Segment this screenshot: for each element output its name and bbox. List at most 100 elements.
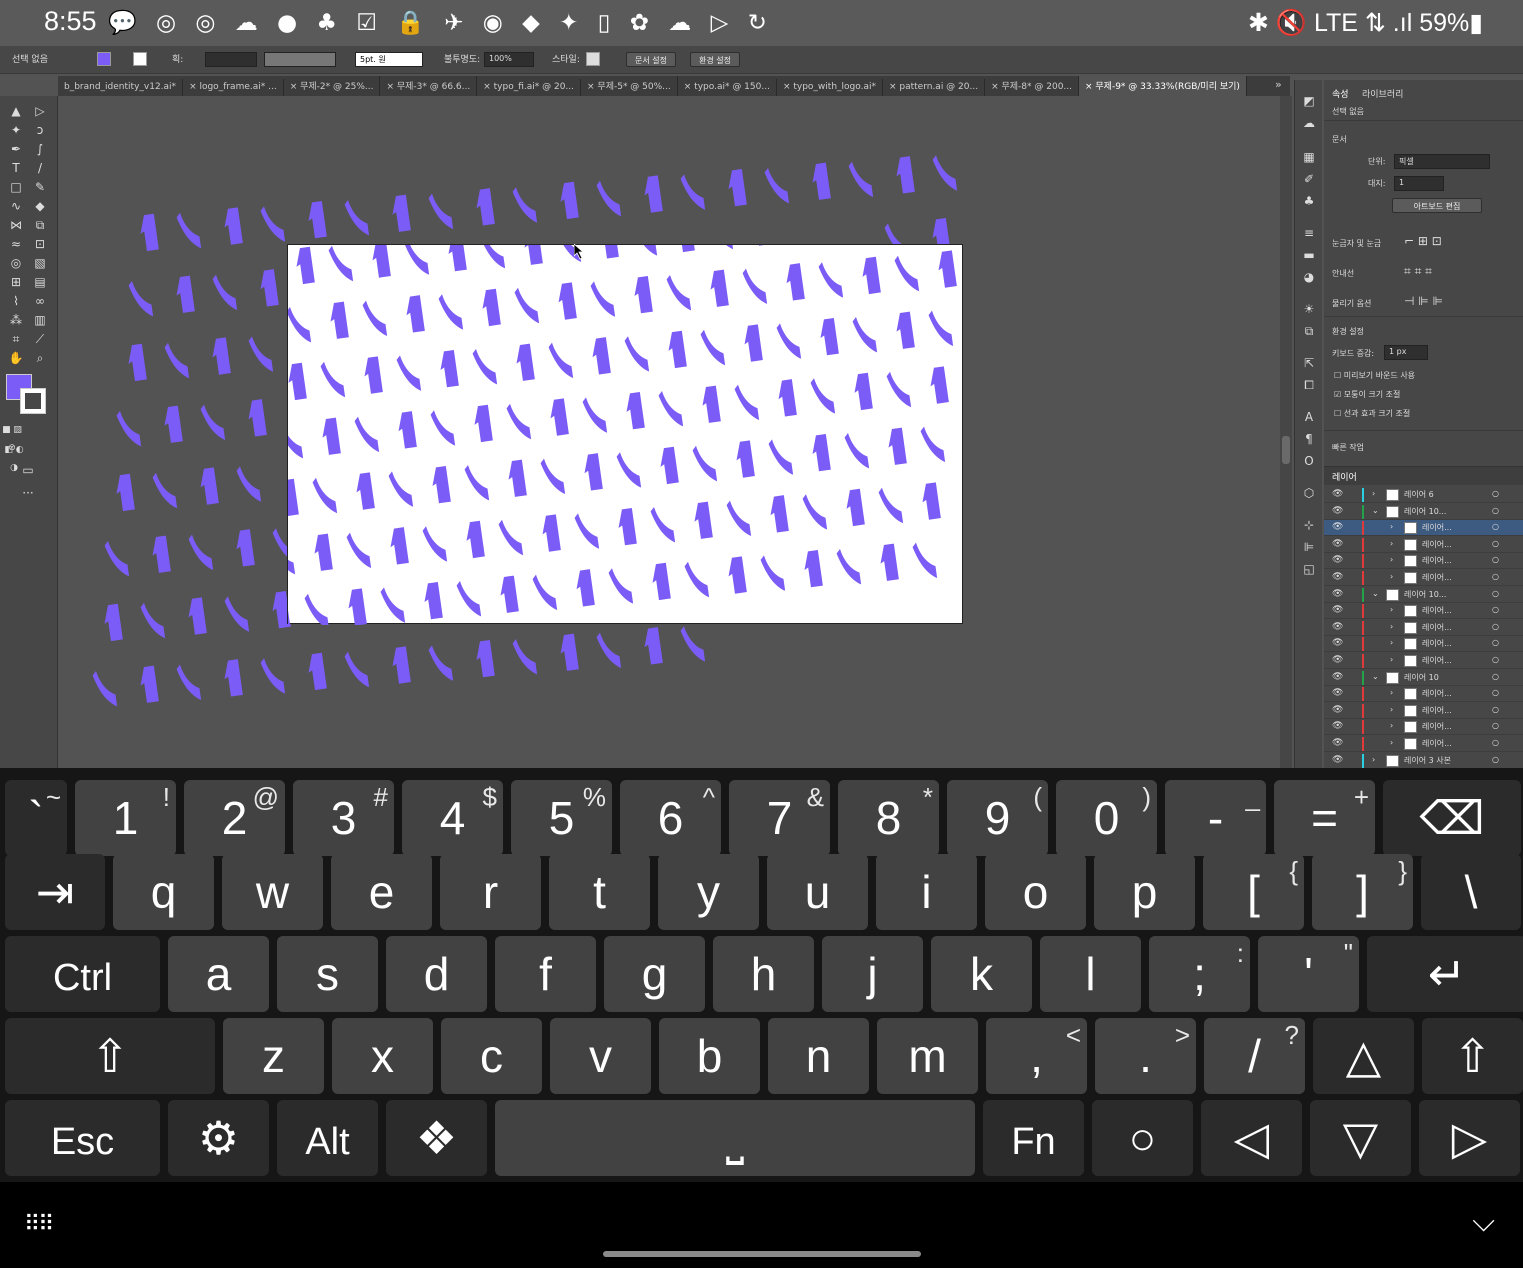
key-row3-7[interactable]: j (822, 936, 923, 1012)
key-row5-0[interactable]: Esc (5, 1100, 160, 1176)
key-row4-1[interactable]: z (223, 1018, 324, 1094)
variable-width-field[interactable] (264, 52, 336, 67)
expand-arrow-icon[interactable]: › (1372, 755, 1375, 764)
visibility-eye-icon[interactable]: 👁 (1332, 555, 1343, 565)
expand-arrow-icon[interactable]: › (1390, 721, 1393, 730)
graph-tool-icon[interactable]: ▥ (30, 311, 50, 329)
target-circle-icon[interactable]: ○ (1492, 721, 1499, 730)
key-row5-2[interactable]: Alt (277, 1100, 378, 1176)
visibility-eye-icon[interactable]: 👁 (1332, 572, 1343, 582)
key-row2-11[interactable]: [{ (1203, 854, 1304, 930)
blend-tool-icon[interactable]: ∞ (30, 292, 50, 310)
key-row2-5[interactable]: t (549, 854, 650, 930)
edit-artboards-button[interactable]: 아트보드 편집 (1392, 198, 1482, 213)
expand-arrow-icon[interactable]: ⌄ (1372, 672, 1379, 681)
curvature-tool-icon[interactable]: ∫ (30, 140, 50, 158)
vertical-scrollbar[interactable] (1280, 96, 1292, 768)
layer-row[interactable]: 👁 › 레이어... ○ (1324, 703, 1523, 719)
document-tab[interactable]: × 무제-8* @ 200... (985, 76, 1079, 96)
scale-tool-icon[interactable]: ⧉ (30, 216, 50, 234)
visibility-eye-icon[interactable]: 👁 (1332, 721, 1343, 731)
artboard[interactable] (287, 244, 963, 625)
selection-tool-icon[interactable]: ▲ (6, 102, 26, 120)
screen-mode-icon[interactable]: ▭ (18, 461, 38, 479)
expand-arrow-icon[interactable]: › (1390, 638, 1393, 647)
key-row2-7[interactable]: u (767, 854, 868, 930)
color-mode-icons[interactable]: ■ ▨ ⊘ (2, 421, 22, 453)
paintbrush-tool-icon[interactable]: ✎ (30, 178, 50, 196)
magic-wand-tool-icon[interactable]: ✦ (6, 121, 26, 139)
visibility-eye-icon[interactable]: 👁 (1332, 539, 1343, 549)
visibility-eye-icon[interactable]: 👁 (1332, 672, 1343, 682)
artboard-tool-icon[interactable]: ⌗ (6, 330, 26, 348)
target-circle-icon[interactable]: ○ (1492, 738, 1499, 747)
visibility-eye-icon[interactable]: 👁 (1332, 688, 1343, 698)
key-row3-10[interactable]: ;: (1149, 936, 1250, 1012)
stroke-weight-field[interactable] (205, 52, 257, 67)
layer-row[interactable]: 👁 › 레이어... ○ (1324, 686, 1523, 703)
key-row2-9[interactable]: o (985, 854, 1086, 930)
keyboard-switch-icon[interactable]: ⠿⠿ (24, 1212, 54, 1237)
checkbox-preview-bounds[interactable]: ☐ 미리보기 바운드 사용 (1334, 370, 1415, 381)
key-row5-7[interactable]: ◁ (1201, 1100, 1302, 1176)
expand-arrow-icon[interactable]: › (1390, 655, 1393, 664)
opentype-panel-icon[interactable]: O (1301, 454, 1317, 470)
visibility-eye-icon[interactable]: 👁 (1332, 738, 1343, 748)
key-row1-6[interactable]: 6 ^ (620, 780, 721, 856)
stroke-swatch[interactable] (133, 52, 147, 66)
target-circle-icon[interactable]: ○ (1492, 539, 1499, 548)
more-tools-icon[interactable]: ··· (18, 484, 38, 502)
checkbox-scale-corners[interactable]: ☑ 모퉁이 크기 조절 (1334, 389, 1400, 400)
target-circle-icon[interactable]: ○ (1492, 638, 1499, 647)
target-circle-icon[interactable]: ○ (1492, 755, 1499, 764)
document-tab[interactable]: × typo_fi.ai* @ 20... (477, 79, 582, 96)
key-row1-12[interactable]: = + (1274, 780, 1375, 856)
keyboard-increment-field[interactable]: 1 px (1384, 345, 1428, 360)
units-dropdown[interactable]: 픽셀 (1394, 154, 1490, 169)
layer-row[interactable]: 👁 › 레이어... ○ (1324, 553, 1523, 570)
hand-tool-icon[interactable]: ✋ (6, 349, 26, 367)
key-row4-2[interactable]: x (332, 1018, 433, 1094)
key-row1-1[interactable]: 1! (75, 780, 176, 856)
key-row3-11[interactable]: ' " (1258, 936, 1359, 1012)
appearance-panel-icon[interactable]: ☀ (1301, 302, 1317, 318)
key-row1-2[interactable]: 2 @ (184, 780, 285, 856)
layer-row[interactable]: 👁 › 레이어 3 사본 ○ (1324, 753, 1523, 769)
direct-selection-tool-icon[interactable]: ▷ (30, 102, 50, 120)
key-row5-4[interactable]: ⎵ (495, 1100, 975, 1176)
paragraph-panel-icon[interactable]: ¶ (1301, 432, 1317, 448)
rectangle-tool-icon[interactable]: □ (6, 178, 26, 196)
expand-arrow-icon[interactable]: › (1390, 705, 1393, 714)
key-row4-8[interactable]: , < (986, 1018, 1087, 1094)
key-row5-8[interactable]: ▽ (1310, 1100, 1411, 1176)
key-row4-7[interactable]: m (877, 1018, 978, 1094)
3d-panel-icon[interactable]: ⬡ (1301, 486, 1317, 502)
key-row3-4[interactable]: f (495, 936, 596, 1012)
align-panel-icon[interactable]: ⊫ (1301, 540, 1317, 556)
lasso-tool-icon[interactable]: ↄ (30, 121, 50, 139)
key-row4-10[interactable]: /? (1204, 1018, 1305, 1094)
key-row1-10[interactable]: 0) (1056, 780, 1157, 856)
layer-row[interactable]: 👁 ⌄ 레이어 10... ○ (1324, 587, 1523, 603)
layer-row[interactable]: 👁 ⌄ 레이어 10 ○ (1324, 670, 1523, 686)
slice-tool-icon[interactable]: ⟋ (30, 330, 50, 348)
key-row3-1[interactable]: a (168, 936, 269, 1012)
style-swatch[interactable] (586, 52, 600, 66)
key-row3-3[interactable]: d (386, 936, 487, 1012)
target-circle-icon[interactable]: ○ (1492, 572, 1499, 581)
artboards-panel-icon[interactable]: ⧠ (1301, 378, 1317, 394)
mesh-tool-icon[interactable]: ⊞ (6, 273, 26, 291)
key-row4-12[interactable]: ⇧ (1422, 1018, 1523, 1094)
expand-arrow-icon[interactable]: ⌄ (1372, 506, 1379, 515)
key-row1-5[interactable]: 5% (511, 780, 612, 856)
shaper-tool-icon[interactable]: ∿ (6, 197, 26, 215)
document-tab[interactable]: × logo_frame.ai* ... (183, 79, 284, 96)
key-row4-6[interactable]: n (768, 1018, 869, 1094)
stroke-panel-icon[interactable]: ≡ (1301, 226, 1317, 242)
key-row3-12[interactable]: ↵ (1367, 936, 1523, 1012)
expand-arrow-icon[interactable]: › (1390, 522, 1393, 531)
transparency-panel-icon[interactable]: ◕ (1301, 270, 1317, 286)
libraries-panel-icon[interactable]: ☁ (1301, 116, 1317, 132)
visibility-eye-icon[interactable]: 👁 (1332, 705, 1343, 715)
target-circle-icon[interactable]: ○ (1492, 506, 1499, 515)
